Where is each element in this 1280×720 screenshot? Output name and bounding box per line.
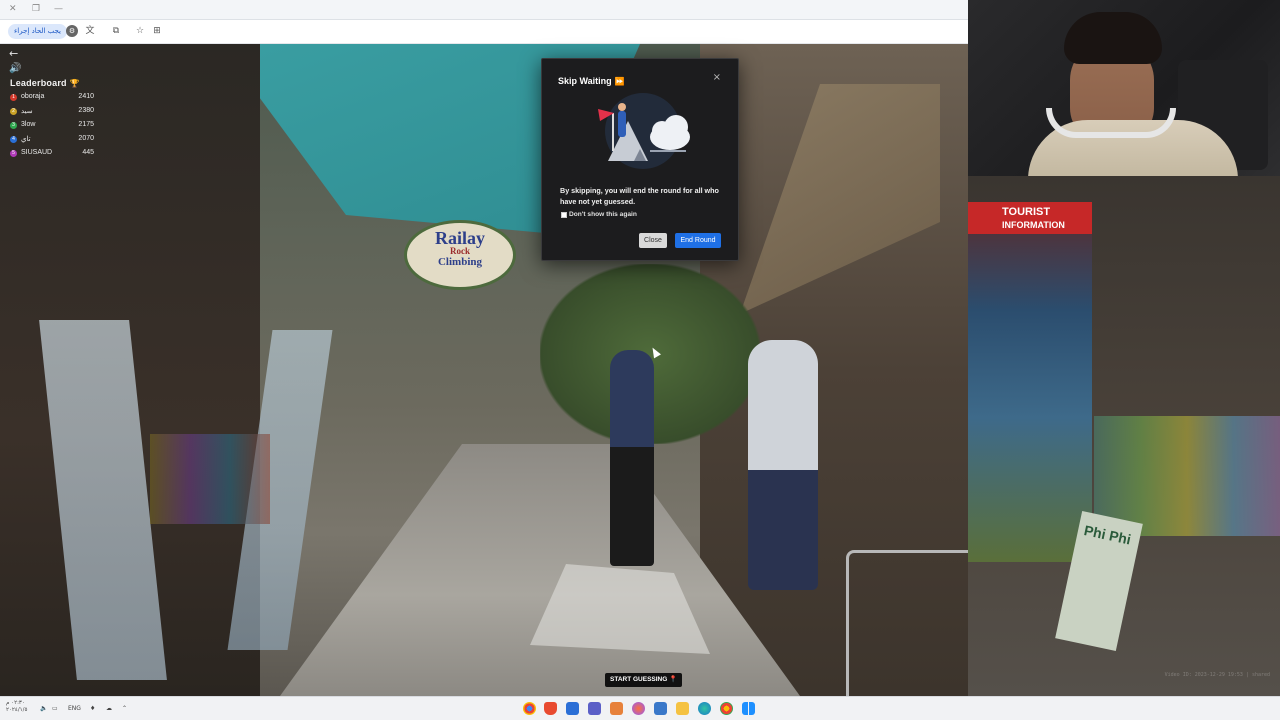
- close-button[interactable]: Close: [639, 233, 667, 248]
- back-arrow-icon[interactable]: ←: [9, 47, 18, 60]
- firefox-icon[interactable]: [632, 702, 645, 715]
- rank-badge: 1: [10, 94, 17, 101]
- translate-icon[interactable]: 文: [84, 25, 96, 37]
- modal-title: Skip Waiting ⏩: [558, 76, 625, 86]
- rank-badge: 2: [10, 108, 17, 115]
- browser-toolbar: يجب الحاد إجراء ⚙ 文 ⧉ ☆ ⊞: [0, 20, 968, 44]
- trophy-icon: 🏆: [69, 79, 80, 88]
- files-icon[interactable]: [676, 702, 689, 715]
- dont-show-again-checkbox[interactable]: Don't show this again: [561, 211, 637, 218]
- shop-shelves: [150, 434, 270, 524]
- onedrive-icon[interactable]: ☁: [106, 705, 112, 712]
- metal-rack: [846, 550, 968, 696]
- person-white-shirt: [748, 340, 818, 590]
- player-name: oboraja: [21, 93, 45, 100]
- chrome-icon[interactable]: [523, 702, 536, 715]
- railay-sign-rock: Rock: [450, 246, 470, 256]
- minimize-window-icon[interactable]: —: [54, 4, 63, 14]
- railay-sign-climbing: Climbing: [437, 256, 482, 268]
- office-icon[interactable]: [610, 702, 623, 715]
- network-icon[interactable]: ▭: [52, 705, 58, 712]
- phi-phi-text: Phi Phi: [1082, 522, 1133, 548]
- chrome-alt-icon[interactable]: [720, 702, 733, 715]
- checkbox-label: Don't show this again: [569, 211, 637, 218]
- player-score: 445: [82, 149, 94, 156]
- streamer-hair: [1064, 12, 1162, 64]
- mic-icon[interactable]: ♦: [90, 705, 95, 712]
- waiting-illustration: [598, 93, 690, 169]
- modal-title-text: Skip Waiting: [558, 76, 612, 86]
- player-name: SIUSAUD: [21, 149, 53, 156]
- headphones: [1046, 108, 1176, 138]
- rank-badge: 5: [10, 150, 17, 157]
- app-icon[interactable]: [654, 702, 667, 715]
- teams-icon[interactable]: [588, 702, 601, 715]
- fast-forward-icon: ⏩: [614, 77, 625, 86]
- start-guessing-label: START GUESSING: [610, 676, 668, 683]
- skip-waiting-modal: Skip Waiting ⏩ × By skipping, you will en…: [541, 58, 739, 261]
- railay-sign: Railay Rock Climbing: [404, 220, 516, 290]
- information-sign-text: INFORMATION: [968, 220, 1092, 234]
- street-view-panorama[interactable]: Railay Rock Climbing: [0, 44, 968, 696]
- leaderboard-row: 2 سيد 2380: [6, 105, 94, 119]
- checkbox-box[interactable]: [561, 211, 567, 218]
- leaderboard-title-text: Leaderboard: [10, 78, 67, 88]
- speaker-icon[interactable]: 🔈: [40, 705, 47, 712]
- leaderboard-title: Leaderboard 🏆: [10, 78, 94, 88]
- chevron-up-icon[interactable]: ⌃: [122, 705, 127, 712]
- volume-icon[interactable]: 🔊: [9, 63, 21, 74]
- language-indicator[interactable]: ENG: [68, 705, 81, 712]
- extension-pill[interactable]: يجب الحاد إجراء: [8, 24, 68, 39]
- leaderboard-row: 3 3low 2175: [6, 119, 94, 133]
- clock-time: ٠٢:٣٠ م: [6, 700, 25, 706]
- leaderboard: Leaderboard 🏆 1 oboraja 2410 2 سيد 2380 3…: [6, 78, 94, 161]
- extensions-icon[interactable]: ⧉: [110, 25, 122, 37]
- player-score: 2175: [78, 121, 94, 128]
- settings-icon[interactable]: ⚙: [66, 25, 78, 37]
- leaderboard-row: 1 oboraja 2410: [6, 91, 94, 105]
- rank-badge: 4: [10, 136, 17, 143]
- clock[interactable]: ٠٢:٣٠ م ٢٠٢٤/١/٥: [6, 700, 27, 714]
- edge-icon[interactable]: [698, 702, 711, 715]
- webcam-feed: [968, 0, 1280, 176]
- railay-sign-title: Railay: [434, 228, 485, 248]
- tourist-info-board: TOURIST INFORMATION: [968, 202, 1092, 562]
- pin-icon: 📍: [669, 676, 678, 683]
- restore-window-icon[interactable]: ❐: [32, 4, 40, 14]
- brochure-rack: [1094, 416, 1280, 536]
- close-icon[interactable]: ×: [713, 72, 721, 83]
- windows-taskbar: ٠٢:٣٠ م ٢٠٢٤/١/٥ 🔈 ▭ ENG ♦ ☁ ⌃: [0, 696, 1280, 720]
- player-name: 3low: [21, 121, 36, 128]
- player-score: 2380: [78, 107, 94, 114]
- clock-date: ٢٠٢٤/١/٥: [6, 707, 28, 713]
- leaderboard-row: 4 تاي 2070: [6, 133, 94, 147]
- end-round-button[interactable]: End Round: [675, 233, 721, 248]
- brave-icon[interactable]: [544, 702, 557, 715]
- modal-message: By skipping, you will end the round for …: [560, 186, 719, 206]
- person-walking: [610, 350, 654, 566]
- favorites-icon[interactable]: ☆: [134, 25, 146, 37]
- start-guessing-button[interactable]: START GUESSING 📍: [605, 673, 683, 687]
- player-score: 2410: [78, 93, 94, 100]
- player-name: سيد: [21, 108, 33, 115]
- windows-icon[interactable]: [742, 702, 755, 715]
- player-name: تاي: [21, 136, 31, 143]
- tourist-sign-text: TOURIST: [968, 202, 1092, 220]
- browser-titlebar: ✕ ❐ —: [0, 0, 968, 20]
- rank-badge: 3: [10, 122, 17, 129]
- store-icon[interactable]: [566, 702, 579, 715]
- desktop-background-scene: TOURIST INFORMATION Phi Phi: [968, 176, 1280, 696]
- close-window-icon[interactable]: ✕: [9, 4, 17, 14]
- watermark-text: Video ID: 2023-12-29 19:53 | shared: [1164, 672, 1270, 678]
- collections-icon[interactable]: ⊞: [151, 25, 163, 37]
- leaderboard-row: 5 SIUSAUD 445: [6, 147, 94, 161]
- player-score: 2070: [78, 135, 94, 142]
